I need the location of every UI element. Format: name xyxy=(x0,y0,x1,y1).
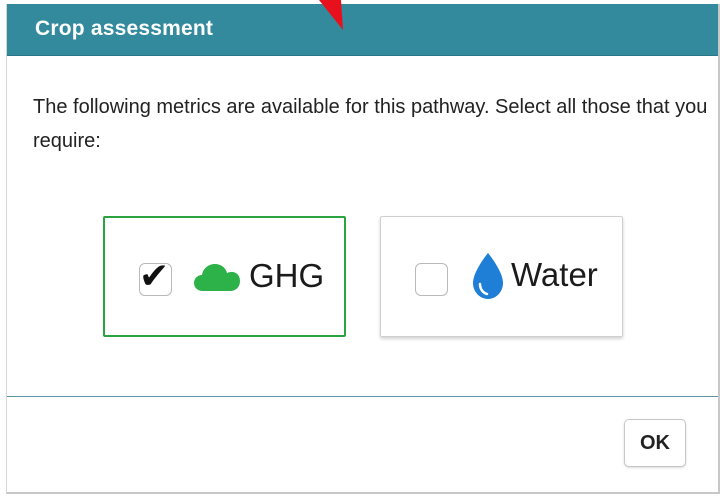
ok-button[interactable]: OK xyxy=(624,419,686,467)
ghg-label: GHG xyxy=(249,257,325,294)
dialog-prompt: The following metrics are available for … xyxy=(33,96,708,152)
cursor-arrow-icon xyxy=(319,0,343,30)
crop-assessment-dialog: Crop assessment The following metrics ar… xyxy=(6,0,720,494)
metric-option-water[interactable]: Water xyxy=(380,216,623,337)
water-checkbox[interactable] xyxy=(415,263,448,296)
checkmark-icon: ✔ xyxy=(139,256,170,297)
dialog-titlebar[interactable]: Crop assessment xyxy=(7,4,718,56)
ghg-checkbox[interactable]: ✔ xyxy=(139,257,172,297)
cloud-icon xyxy=(194,264,240,291)
water-label: Water xyxy=(511,256,598,293)
screenshot-canvas: Crop assessment The following metrics ar… xyxy=(0,0,728,501)
footer-divider xyxy=(7,396,718,397)
metric-option-ghg[interactable]: ✔ GHG xyxy=(103,216,346,337)
water-drop-icon xyxy=(473,253,503,299)
dialog-title: Crop assessment xyxy=(35,17,214,40)
